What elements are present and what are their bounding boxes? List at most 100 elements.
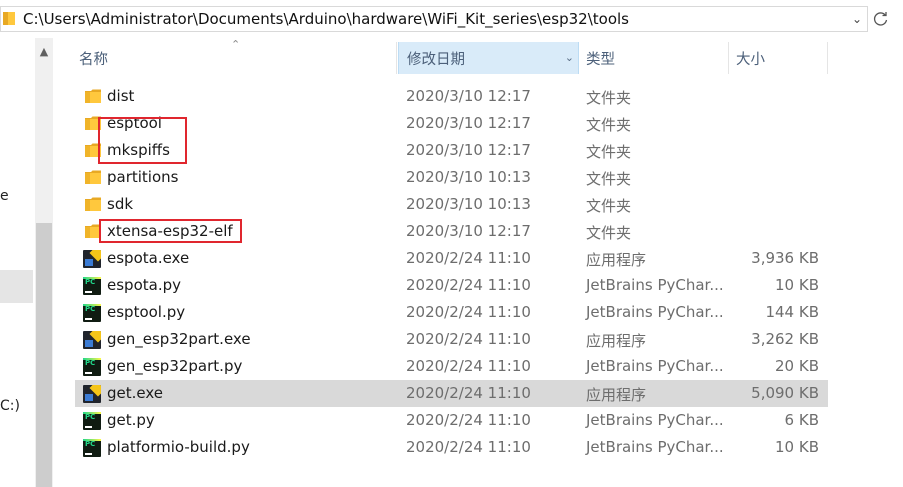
- column-divider[interactable]: [728, 42, 729, 74]
- nav-item-fragment[interactable]: e: [0, 188, 9, 204]
- pycharm-icon: PC: [81, 276, 101, 295]
- file-date: 2020/3/10 12:17: [406, 222, 531, 240]
- file-name: gen_esp32part.exe: [107, 330, 251, 348]
- exe-icon: [81, 330, 101, 349]
- file-size: 3,262 KB: [751, 330, 819, 348]
- column-header-name[interactable]: 名称: [79, 42, 108, 74]
- file-date: 2020/2/24 11:10: [406, 411, 531, 429]
- file-row[interactable]: espota.exe 2020/2/24 11:10 应用程序 3,936 KB: [75, 245, 828, 272]
- sort-ascending-icon: ⌃: [231, 38, 241, 51]
- file-name: gen_esp32part.py: [107, 357, 243, 375]
- exe-icon: [81, 384, 101, 403]
- file-date: 2020/3/10 12:17: [406, 114, 531, 132]
- pycharm-icon: PC: [81, 303, 101, 322]
- file-size: 3,936 KB: [751, 249, 819, 267]
- file-type: 文件夹: [586, 116, 632, 134]
- file-size: 5,090 KB: [751, 384, 819, 402]
- file-name: dist: [107, 87, 135, 105]
- nav-item-selected[interactable]: [0, 270, 33, 303]
- file-row[interactable]: PC esptool.py 2020/2/24 11:10 JetBrains PyC…: [75, 299, 828, 326]
- file-type: JetBrains PyChar...: [586, 411, 724, 429]
- folder-icon: [81, 168, 101, 186]
- highlight-box: [98, 117, 187, 164]
- file-row[interactable]: PC platformio-build.py 2020/2/24 11:10 JetB…: [75, 434, 828, 461]
- file-date: 2020/3/10 12:17: [406, 87, 531, 105]
- scroll-up-icon[interactable]: ▲: [35, 42, 53, 60]
- file-type: 文件夹: [586, 224, 632, 242]
- address-path[interactable]: C:\Users\Administrator\Documents\Arduino…: [23, 10, 629, 28]
- pycharm-icon: PC: [81, 411, 101, 430]
- file-size: 6 KB: [784, 411, 819, 429]
- column-header-date[interactable]: 修改日期 ⌄: [398, 42, 579, 74]
- column-header-date-label: 修改日期: [407, 51, 465, 68]
- file-date: 2020/2/24 11:10: [406, 303, 531, 321]
- folder-icon: [81, 87, 101, 105]
- chevron-down-icon[interactable]: ⌄: [847, 7, 867, 31]
- folder-icon: [81, 114, 101, 132]
- file-name: esptool.py: [107, 303, 186, 321]
- nav-item-fragment[interactable]: C:): [0, 398, 20, 414]
- file-type: JetBrains PyChar...: [586, 303, 724, 321]
- column-header-type[interactable]: 类型: [586, 42, 615, 74]
- file-row[interactable]: PC get.py 2020/2/24 11:10 JetBrains PyChar.…: [75, 407, 828, 434]
- scrollbar-thumb[interactable]: [36, 223, 52, 487]
- file-date: 2020/2/24 11:10: [406, 330, 531, 348]
- file-row[interactable]: esptool 2020/3/10 12:17 文件夹: [75, 110, 828, 137]
- column-divider[interactable]: [827, 42, 828, 74]
- file-name: get.py: [107, 411, 155, 429]
- file-type: 文件夹: [586, 89, 632, 107]
- address-bar-region: C:\Users\Administrator\Documents\Arduino…: [0, 0, 903, 38]
- file-row[interactable]: dist 2020/3/10 12:17 文件夹: [75, 83, 828, 110]
- file-date: 2020/2/24 11:10: [406, 249, 531, 267]
- chevron-down-icon[interactable]: ⌄: [565, 51, 574, 64]
- pycharm-icon: PC: [81, 357, 101, 376]
- file-row[interactable]: get.exe 2020/2/24 11:10 应用程序 5,090 KB: [75, 380, 828, 407]
- file-type: 应用程序: [586, 251, 647, 269]
- column-headers: ⌃ 名称 修改日期 ⌄ 类型 大小: [53, 38, 828, 74]
- file-name: espota.exe: [107, 249, 190, 267]
- file-name: sdk: [107, 195, 134, 213]
- navigation-pane: e C:): [0, 38, 35, 487]
- file-row[interactable]: sdk 2020/3/10 10:13 文件夹: [75, 191, 828, 218]
- file-size: 10 KB: [775, 276, 819, 294]
- file-date: 2020/3/10 10:13: [406, 195, 531, 213]
- pycharm-icon: PC: [81, 438, 101, 457]
- file-date: 2020/3/10 12:17: [406, 141, 531, 159]
- file-type: 应用程序: [586, 332, 647, 350]
- exe-icon: [81, 249, 101, 268]
- address-bar[interactable]: C:\Users\Administrator\Documents\Arduino…: [0, 6, 868, 32]
- refresh-icon: [873, 12, 888, 26]
- file-size: 20 KB: [775, 357, 819, 375]
- file-type: 应用程序: [586, 386, 647, 404]
- file-type: JetBrains PyChar...: [586, 357, 724, 375]
- file-row[interactable]: PC espota.py 2020/2/24 11:10 JetBrains PyCh…: [75, 272, 828, 299]
- file-date: 2020/2/24 11:10: [406, 357, 531, 375]
- file-name: get.exe: [107, 384, 164, 402]
- file-name: espota.py: [107, 276, 181, 294]
- folder-icon: [3, 12, 15, 25]
- highlight-box: [99, 219, 242, 243]
- file-name: partitions: [107, 168, 179, 186]
- column-header-size[interactable]: 大小: [736, 42, 765, 74]
- file-row[interactable]: gen_esp32part.exe 2020/2/24 11:10 应用程序 3,26…: [75, 326, 828, 353]
- file-date: 2020/2/24 11:10: [406, 438, 531, 456]
- file-date: 2020/3/10 10:13: [406, 168, 531, 186]
- file-type: JetBrains PyChar...: [586, 438, 724, 456]
- file-size: 144 KB: [765, 303, 819, 321]
- file-row[interactable]: PC gen_esp32part.py 2020/2/24 11:10 JetBrai…: [75, 353, 828, 380]
- file-date: 2020/2/24 11:10: [406, 276, 531, 294]
- file-type: 文件夹: [586, 197, 632, 215]
- file-size: 10 KB: [775, 438, 819, 456]
- folder-icon: [81, 195, 101, 213]
- file-type: JetBrains PyChar...: [586, 276, 724, 294]
- file-name: platformio-build.py: [107, 438, 250, 456]
- column-divider[interactable]: [396, 42, 397, 74]
- folder-icon: [81, 222, 101, 240]
- file-row[interactable]: mkspiffs 2020/3/10 12:17 文件夹: [75, 137, 828, 164]
- folder-icon: [81, 141, 101, 159]
- refresh-button[interactable]: [870, 8, 892, 30]
- file-date: 2020/2/24 11:10: [406, 384, 531, 402]
- file-row[interactable]: partitions 2020/3/10 10:13 文件夹: [75, 164, 828, 191]
- file-type: 文件夹: [586, 170, 632, 188]
- nav-scrollbar[interactable]: ▲: [35, 38, 53, 487]
